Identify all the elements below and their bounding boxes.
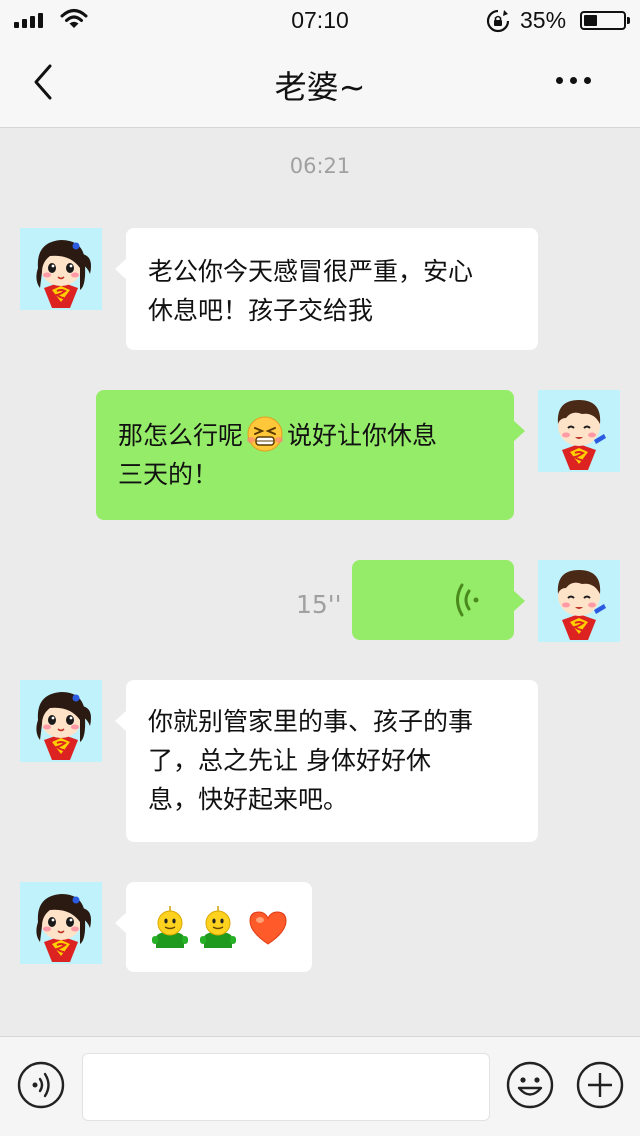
voice-input-icon[interactable]: [17, 1061, 65, 1109]
avatar[interactable]: [538, 560, 620, 642]
status-bar: 07:10 35%: [0, 0, 640, 40]
outgoing-message-bubble[interactable]: 那怎么行呢 说好让你休息 三天的！: [96, 390, 525, 520]
voice-duration: 15'': [296, 590, 342, 619]
chat-header: 老婆~: [0, 40, 640, 128]
voice-message-bubble[interactable]: [352, 560, 525, 640]
message-text-segment: 那怎么行呢: [118, 421, 244, 450]
rotation-lock-icon: [486, 9, 510, 33]
avatar[interactable]: [20, 680, 102, 762]
more-dots-icon[interactable]: [552, 70, 596, 90]
message-text-segment: 说好让你休息: [287, 421, 438, 450]
message-timestamp: 06:21: [289, 154, 351, 178]
message-input[interactable]: [82, 1053, 490, 1121]
voice-wave-icon: [456, 583, 479, 617]
avatar[interactable]: [20, 228, 102, 310]
plus-circle-icon[interactable]: [576, 1061, 624, 1109]
battery-icon: [580, 11, 630, 30]
message-input-bar: [0, 1036, 640, 1136]
message-text-line: 休息吧！孩子交给我: [148, 296, 374, 325]
avatar[interactable]: [20, 882, 102, 964]
message-text-line: 了，总之先让 身体好好休: [148, 746, 431, 775]
incoming-message-bubble[interactable]: 你就别管家里的事、孩子的事 了，总之先让 身体好好休 息，快好起来吧。: [115, 680, 538, 842]
message-text-line: 三天的！: [118, 460, 219, 489]
battery-percent: 35%: [520, 7, 567, 33]
chat-title: 老婆~: [274, 68, 366, 106]
message-text-line: 老公你今天感冒很严重，安心: [148, 257, 474, 286]
message-text-line: 息，快好起来吧。: [148, 785, 349, 814]
incoming-message-bubble[interactable]: [115, 882, 312, 972]
smiling-figure-emoji: [199, 905, 237, 949]
avatar[interactable]: [538, 390, 620, 472]
heart-emoji: [249, 911, 287, 945]
incoming-message-bubble[interactable]: 老公你今天感冒很严重，安心 休息吧！孩子交给我: [115, 228, 538, 350]
smiling-figure-emoji: [151, 905, 189, 949]
squinting-face-emoji: [247, 416, 284, 452]
emoji-face-icon[interactable]: [506, 1061, 554, 1109]
message-text-line: 你就别管家里的事、孩子的事: [148, 707, 474, 736]
